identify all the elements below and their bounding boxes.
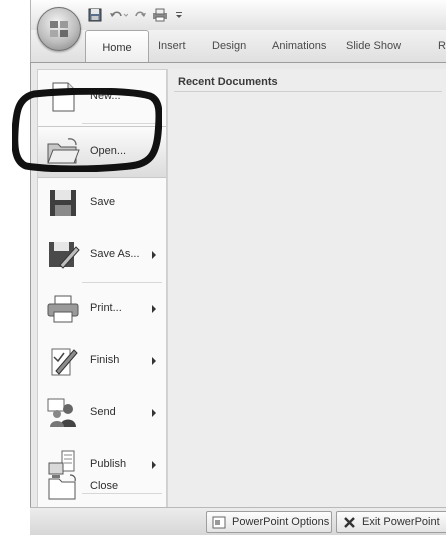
recent-documents-heading: Recent Documents [178, 76, 278, 88]
exit-powerpoint-button[interactable]: Exit PowerPoint [336, 511, 446, 533]
open-folder-icon [47, 138, 80, 164]
tab-home[interactable]: Home [85, 30, 149, 65]
menu-item-finish[interactable]: Finish [38, 336, 166, 386]
powerpoint-window: Home Insert Design Animations Slide Show… [0, 0, 446, 535]
office-logo-icon [50, 21, 68, 37]
new-document-icon [52, 82, 75, 112]
office-menu: New... Open... Save Save As... Print... … [30, 62, 446, 519]
redo-icon[interactable] [133, 6, 149, 24]
quick-print-icon[interactable] [151, 6, 169, 24]
heading-divider [174, 91, 442, 92]
recent-documents-panel: Recent Documents [167, 69, 446, 510]
menu-item-label: Print... [90, 302, 122, 314]
exit-label: Exit PowerPoint [362, 516, 440, 528]
tab-insert[interactable]: Insert [158, 40, 186, 52]
menu-item-label: New... [90, 90, 121, 102]
printer-icon [47, 295, 79, 323]
menu-item-close[interactable]: Close [38, 461, 166, 511]
menu-item-label: Save As... [90, 248, 140, 260]
submenu-arrow-icon [152, 251, 156, 259]
save-disk-icon [50, 190, 76, 216]
menu-item-label: Open... [90, 145, 127, 157]
menu-separator [82, 282, 162, 283]
undo-icon[interactable] [107, 6, 129, 24]
title-bar [30, 0, 446, 31]
exit-x-icon [341, 515, 357, 529]
menu-item-send[interactable]: Send [38, 388, 166, 438]
menu-separator [82, 123, 162, 124]
menu-item-save-as[interactable]: Save As... [38, 230, 166, 280]
tab-animations[interactable]: Animations [272, 40, 326, 52]
submenu-arrow-icon [152, 357, 156, 365]
menu-item-new[interactable]: New... [38, 72, 166, 122]
menu-footer: PowerPoint Options Exit PowerPoint [30, 507, 446, 535]
send-people-icon [47, 398, 76, 427]
menu-item-open[interactable]: Open... [38, 126, 166, 178]
menu-item-label: Close [90, 480, 119, 492]
tab-review-partial[interactable]: R [438, 40, 446, 52]
finish-pen-icon [51, 348, 78, 376]
customize-toolbar-icon[interactable] [173, 6, 185, 24]
options-icon [211, 515, 227, 529]
tab-slide-show[interactable]: Slide Show [346, 40, 401, 52]
tab-design[interactable]: Design [212, 40, 246, 52]
menu-commands: New... Open... Save Save As... Print... … [37, 69, 167, 512]
close-folder-icon [48, 474, 76, 500]
office-button[interactable] [37, 7, 81, 51]
menu-item-print[interactable]: Print... [38, 284, 166, 334]
menu-item-label: Save [90, 196, 116, 208]
menu-item-save[interactable]: Save [38, 178, 166, 228]
save-as-icon [49, 242, 80, 269]
options-label: PowerPoint Options [232, 516, 330, 528]
save-icon[interactable] [87, 6, 103, 24]
submenu-arrow-icon [152, 409, 156, 417]
powerpoint-options-button[interactable]: PowerPoint Options [206, 511, 332, 533]
menu-item-label: Finish [90, 354, 120, 366]
submenu-arrow-icon [152, 305, 156, 313]
menu-item-label: Send [90, 406, 116, 418]
